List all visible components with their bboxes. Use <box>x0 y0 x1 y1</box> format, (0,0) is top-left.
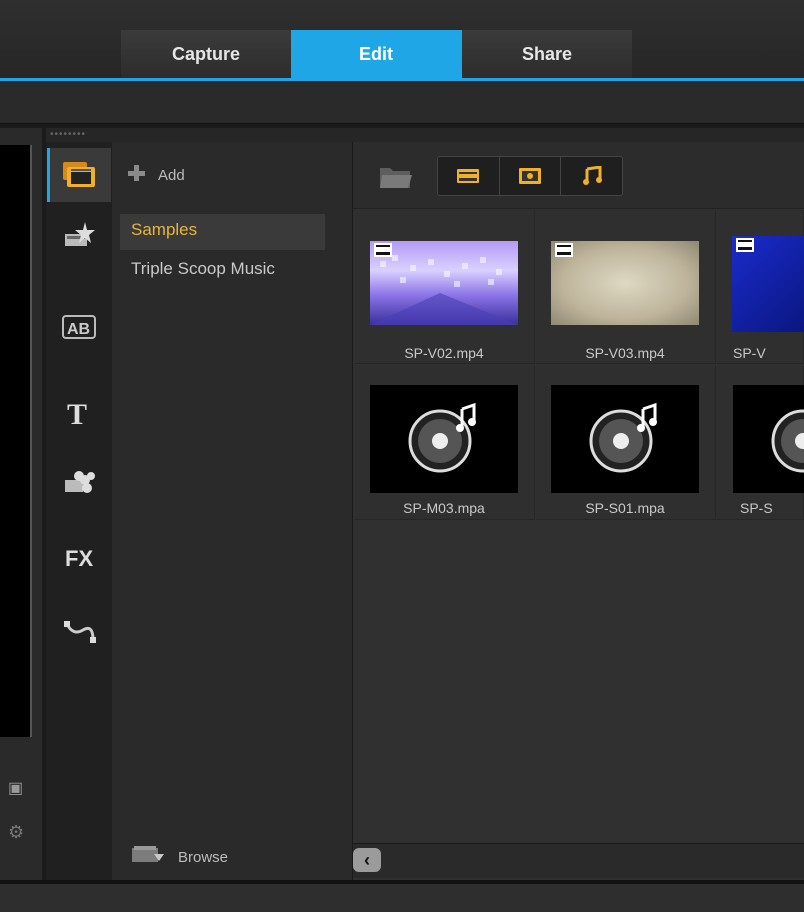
media-filename: SP-V02.mp4 <box>404 345 484 361</box>
add-label: Add <box>158 166 185 184</box>
filter-photo-button[interactable] <box>500 157 562 195</box>
lock-icon[interactable]: ▣ <box>8 778 23 798</box>
media-filename: SP-S <box>740 500 773 516</box>
media-filename: SP-V <box>733 345 766 361</box>
tab-capture[interactable]: Capture <box>121 30 291 78</box>
secondary-toolbar <box>0 81 804 124</box>
path-icon[interactable] <box>50 604 108 658</box>
browse-label: Browse <box>178 848 229 866</box>
panel-grip[interactable] <box>46 128 804 142</box>
audio-thumbnail <box>733 385 804 493</box>
film-icon <box>374 243 392 262</box>
media-filename: SP-V03.mp4 <box>585 345 665 361</box>
grip-dots: •••••••• <box>50 129 87 140</box>
tab-share[interactable]: Share <box>462 30 632 78</box>
media-icon[interactable] <box>50 148 108 202</box>
svg-text:FX: FX <box>65 546 93 571</box>
media-filename: SP-S01.mpa <box>585 500 665 516</box>
transition-icon[interactable]: AB <box>50 300 108 354</box>
audio-thumbnail <box>551 385 699 493</box>
media-filename: SP-M03.mpa <box>403 500 485 516</box>
film-icon <box>555 243 573 262</box>
audio-thumbnail <box>370 385 518 493</box>
folder-icon[interactable] <box>378 164 414 195</box>
music-disc-icon <box>589 402 657 473</box>
filter-video-button[interactable] <box>438 157 500 195</box>
svg-text:AB: AB <box>67 321 90 338</box>
add-folder-button[interactable]: Add <box>126 160 185 190</box>
film-icon <box>736 238 754 257</box>
plus-icon <box>126 163 146 188</box>
svg-text:T: T <box>67 398 87 430</box>
music-disc-icon <box>771 409 804 473</box>
scroll-left-icon[interactable]: ‹ <box>353 848 381 872</box>
status-bar <box>0 884 804 912</box>
instant-project-icon[interactable] <box>50 208 108 262</box>
graphic-icon[interactable] <box>50 456 108 510</box>
video-thumbnail <box>551 241 699 325</box>
folder-triple-scoop-music[interactable]: Triple Scoop Music <box>131 259 275 279</box>
preview-screen <box>0 145 32 737</box>
title-icon[interactable]: T <box>50 386 108 440</box>
browse-button[interactable]: Browse <box>130 843 228 871</box>
horizontal-scrollbar[interactable] <box>353 843 804 878</box>
media-filter-group <box>437 156 623 196</box>
music-disc-icon <box>408 402 476 473</box>
browse-icon <box>130 844 166 871</box>
settings-icon[interactable]: ⚙ <box>8 822 24 846</box>
filter-icon[interactable]: FX <box>50 530 108 584</box>
library-folder-panel <box>112 142 353 880</box>
tab-edit[interactable]: Edit <box>291 30 462 78</box>
folder-samples[interactable]: Samples <box>131 220 197 240</box>
video-thumbnail <box>370 241 518 325</box>
filter-audio-button[interactable] <box>561 157 622 195</box>
